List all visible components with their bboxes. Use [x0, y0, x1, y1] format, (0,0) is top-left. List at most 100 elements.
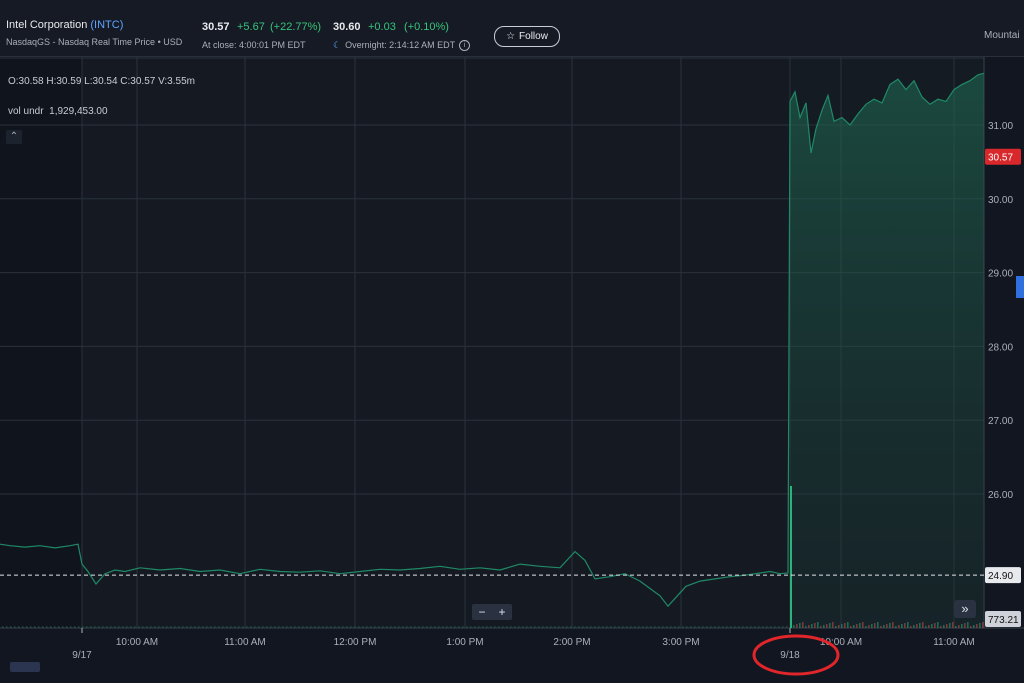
volume-bar	[610, 626, 612, 628]
price-area-fill	[790, 73, 984, 629]
volume-bar	[774, 626, 776, 628]
volume-bar	[832, 622, 834, 628]
volume-bar	[850, 626, 852, 628]
volume-bar	[258, 626, 260, 628]
volume-bar	[750, 626, 752, 628]
side-handle[interactable]	[1016, 276, 1024, 298]
volume-bar	[868, 625, 870, 628]
volume-bar	[907, 622, 909, 628]
volume-bar	[856, 624, 858, 628]
volume-bar	[394, 626, 396, 628]
volume-bar	[865, 626, 867, 628]
volume-bar	[928, 625, 930, 628]
volume-bar	[86, 626, 88, 628]
volume-bar	[370, 626, 372, 628]
volume-bar	[114, 626, 116, 628]
volume-bar	[910, 626, 912, 628]
price-chart[interactable]: 31.00 30.00 29.00 28.00 27.00 26.00 24.90 30.57…	[0, 0, 1024, 683]
volume-bar	[922, 622, 924, 628]
volume-bar	[961, 624, 963, 628]
volume-bar	[634, 626, 636, 628]
footer-tab[interactable]	[10, 662, 40, 672]
volume-bar	[976, 624, 978, 628]
volume-bar	[674, 626, 676, 628]
volume-bar	[110, 626, 112, 628]
chevron-up-icon[interactable]: ⌃	[6, 130, 22, 144]
volume-bar	[738, 626, 740, 628]
volume-bar	[542, 626, 544, 628]
scroll-forward-button[interactable]: »	[954, 600, 976, 618]
volume-bar	[622, 626, 624, 628]
volume-bar	[730, 626, 732, 628]
volume-bar	[714, 626, 716, 628]
volume-bar	[238, 626, 240, 628]
volume-bar	[678, 626, 680, 628]
y-tick-label: 26.00	[988, 490, 1013, 501]
volume-bar	[38, 626, 40, 628]
zoom-out-button[interactable]: −	[478, 605, 485, 619]
volume-bar	[510, 626, 512, 628]
volume-bar	[186, 626, 188, 628]
volume-bar	[859, 623, 861, 628]
volume-bar	[694, 626, 696, 628]
volume-bar	[262, 626, 264, 628]
volume-bar	[970, 626, 972, 628]
volume-bar	[50, 626, 52, 628]
volume-bar	[566, 626, 568, 628]
volume-bar	[841, 624, 843, 628]
volume-bar	[82, 626, 84, 628]
volume-bar	[226, 626, 228, 628]
volume-bar	[979, 623, 981, 628]
x-tick-label: 2:00 PM	[553, 637, 590, 648]
date-label: 9/17	[72, 650, 92, 661]
volume-bar	[940, 626, 942, 628]
volume-bar	[886, 624, 888, 628]
volume-bar	[290, 626, 292, 628]
volume-bar	[378, 626, 380, 628]
volume-bar	[106, 626, 108, 628]
y-tick-label: 30.00	[988, 195, 1013, 206]
volume-bar	[726, 626, 728, 628]
volume-bar	[808, 625, 810, 628]
volume-bar	[844, 623, 846, 628]
volume-bar	[366, 626, 368, 628]
volume-bar	[202, 626, 204, 628]
volume-bar	[762, 626, 764, 628]
previous-close-label: 24.90	[988, 571, 1013, 582]
volume-bar	[306, 626, 308, 628]
volume-bar	[482, 626, 484, 628]
volume-label: 773.21	[988, 615, 1019, 626]
volume-bar	[606, 626, 608, 628]
volume-bar	[234, 626, 236, 628]
vol-undr-label: vol undr	[8, 106, 44, 117]
volume-bar	[322, 626, 324, 628]
volume-bar	[570, 626, 572, 628]
zoom-in-button[interactable]: +	[498, 605, 505, 619]
volume-bar	[666, 626, 668, 628]
volume-bar	[702, 626, 704, 628]
y-tick-label: 31.00	[988, 121, 1013, 132]
date-label: 9/18	[780, 650, 800, 661]
volume-bar	[817, 622, 819, 628]
volume-bar	[782, 626, 784, 628]
volume-bar	[462, 626, 464, 628]
volume-bar	[698, 626, 700, 628]
volume-bar	[562, 626, 564, 628]
volume-bar	[901, 624, 903, 628]
volume-bar	[877, 622, 879, 628]
volume-bar	[326, 626, 328, 628]
volume-bar	[94, 626, 96, 628]
volume-bar	[526, 626, 528, 628]
volume-bar	[30, 626, 32, 628]
volume-bar	[198, 626, 200, 628]
volume-bar	[346, 626, 348, 628]
volume-bar	[342, 626, 344, 628]
y-tick-label: 29.00	[988, 269, 1013, 280]
volume-bar	[450, 626, 452, 628]
volume-bar	[799, 623, 801, 628]
volume-bar	[522, 626, 524, 628]
volume-bar	[422, 626, 424, 628]
volume-bar	[418, 626, 420, 628]
volume-bar	[853, 625, 855, 628]
volume-bar	[811, 624, 813, 628]
